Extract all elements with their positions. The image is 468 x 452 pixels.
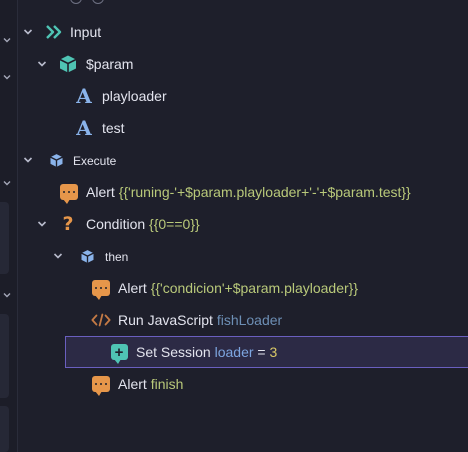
tree-node-set-session[interactable]: + Set Session loader = 3 xyxy=(65,336,468,368)
tree-node-alert[interactable]: Alert {{'runing-'+$param.playloader+'-'+… xyxy=(18,176,468,208)
tree-node-label: $param xyxy=(86,56,134,72)
tree-node-alert[interactable]: Alert {{'condicion'+$param.playloader}} xyxy=(18,272,468,304)
tree-node-alert[interactable]: Alert finish xyxy=(18,368,468,400)
text-type-icon: A xyxy=(76,84,92,108)
circle-icon[interactable] xyxy=(92,0,104,4)
collapsed-panel xyxy=(0,314,9,398)
tree-node-label: Run JavaScript fishLoader xyxy=(118,312,283,328)
double-chevron-icon xyxy=(44,22,64,42)
cube-icon xyxy=(58,54,78,74)
text-type-icon: A xyxy=(76,116,92,140)
collapsed-panel xyxy=(0,406,9,452)
tree-node-condition[interactable]: ? Condition {{0==0}} xyxy=(18,208,468,240)
tree-node-label: playloader xyxy=(102,88,167,104)
script-name: fishLoader xyxy=(216,312,283,328)
chevron-down-icon[interactable] xyxy=(2,178,12,188)
tree-node-label: Execute xyxy=(73,154,117,168)
code-icon xyxy=(91,310,111,330)
collapsed-panel xyxy=(0,202,9,274)
left-gutter xyxy=(0,0,18,452)
chevron-down-icon[interactable] xyxy=(52,250,64,262)
session-value: 3 xyxy=(269,344,278,360)
tree-node-then[interactable]: then xyxy=(18,240,468,272)
message-plus-icon: + xyxy=(109,342,129,364)
chevron-down-icon[interactable] xyxy=(36,218,48,230)
tree-node-label: Alert {{'condicion'+$param.playloader}} xyxy=(118,280,359,296)
alert-expression: {{'runing-'+$param.playloader+'-'+$param… xyxy=(118,184,411,200)
chevron-down-icon[interactable] xyxy=(2,35,12,45)
tree-node-label: Set Session loader = 3 xyxy=(136,344,278,360)
message-icon xyxy=(91,278,111,300)
tree-node-playloader[interactable]: A playloader xyxy=(18,80,468,112)
alert-expression: finish xyxy=(150,376,184,392)
chevron-down-icon[interactable] xyxy=(2,72,12,82)
chevron-down-icon[interactable] xyxy=(2,290,12,300)
tree-node-input[interactable]: Input xyxy=(18,16,468,48)
cube-icon xyxy=(77,246,97,266)
message-icon xyxy=(59,182,79,204)
chevron-down-icon[interactable] xyxy=(22,154,34,166)
chevron-down-icon[interactable] xyxy=(36,58,48,70)
tree-node-label: Input xyxy=(70,24,102,40)
tree-node-label: Alert finish xyxy=(118,376,184,392)
question-icon: ? xyxy=(62,213,74,235)
alert-expression: {{'condicion'+$param.playloader}} xyxy=(150,280,359,296)
tree-node-run-javascript[interactable]: Run JavaScript fishLoader xyxy=(18,304,468,336)
tree-node-test[interactable]: A test xyxy=(18,112,468,144)
toolbar-icons xyxy=(70,0,114,5)
circle-icon[interactable] xyxy=(70,0,82,4)
tree-node-label: then xyxy=(105,250,129,264)
chevron-down-icon[interactable] xyxy=(22,26,34,38)
cube-icon xyxy=(46,150,66,170)
tree-node-label: test xyxy=(102,120,125,136)
condition-expression: {{0==0}} xyxy=(149,216,200,232)
session-key: loader xyxy=(214,344,254,360)
tree-node-execute[interactable]: Execute xyxy=(18,144,468,176)
tree-node-label: Alert {{'runing-'+$param.playloader+'-'+… xyxy=(86,184,411,200)
message-icon xyxy=(91,374,111,396)
tree-node-label: Condition {{0==0}} xyxy=(86,216,200,232)
tree-node-param[interactable]: $param xyxy=(18,48,468,80)
